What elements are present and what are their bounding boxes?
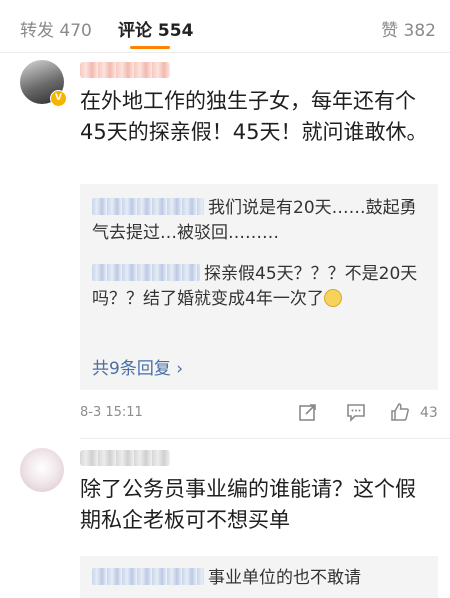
avatar[interactable] [20,448,64,492]
comment-divider [80,438,450,439]
view-all-replies-link[interactable]: 共9条回复 › [92,354,183,379]
reply-item[interactable]: 探亲假45天？？？不是20天吗？？结了婚就变成4年一次了 [92,262,430,312]
reply-text: 事业单位的也不敢请 [208,568,361,588]
comment-item: V 在外地工作的独生子女，每年还有个45天的探亲假！45天！就问谁敢休。 我们说… [0,52,450,430]
comment-tabs: 转发 470 评论 554 赞 382 [0,0,450,53]
comment-text: 在外地工作的独生子女，每年还有个45天的探亲假！45天！就问谁敢休。 [80,89,428,144]
username-blurred[interactable] [80,62,170,78]
tab-comments[interactable]: 评论 554 [118,16,193,41]
username-blurred[interactable] [80,450,170,466]
comment-text: 除了公务员事业编的谁能请？这个假期私企老板可不想买单 [80,477,416,532]
reply-item[interactable]: 事业单位的也不敢请 [92,566,430,591]
comment-icon[interactable] [346,402,366,422]
tab-repost[interactable]: 转发 470 [20,16,92,41]
share-icon[interactable] [298,402,318,422]
thumbs-up-icon[interactable] [390,402,410,422]
replies-box[interactable]: 事业单位的也不敢请 [80,556,438,598]
reply-item[interactable]: 我们说是有20天……鼓起勇气去提过…被驳回……… [92,196,430,246]
replies-box[interactable]: 我们说是有20天……鼓起勇气去提过…被驳回……… 探亲假45天？？？不是20天吗… [80,184,438,390]
reply-username-blurred [92,568,204,585]
verified-badge-icon: V [50,90,67,107]
like-count: 43 [420,405,438,421]
tab-likes[interactable]: 赞 382 [381,16,436,41]
timestamp: 8-3 15:11 [80,405,143,420]
active-tab-indicator [130,46,170,49]
reply-username-blurred [92,264,200,281]
emoji-icon [323,289,342,307]
comment-item: 除了公务员事业编的谁能请？这个假期私企老板可不想买单 事业单位的也不敢请 [0,440,450,598]
comment-meta: 8-3 15:11 43 [80,402,438,426]
reply-username-blurred [92,198,204,215]
